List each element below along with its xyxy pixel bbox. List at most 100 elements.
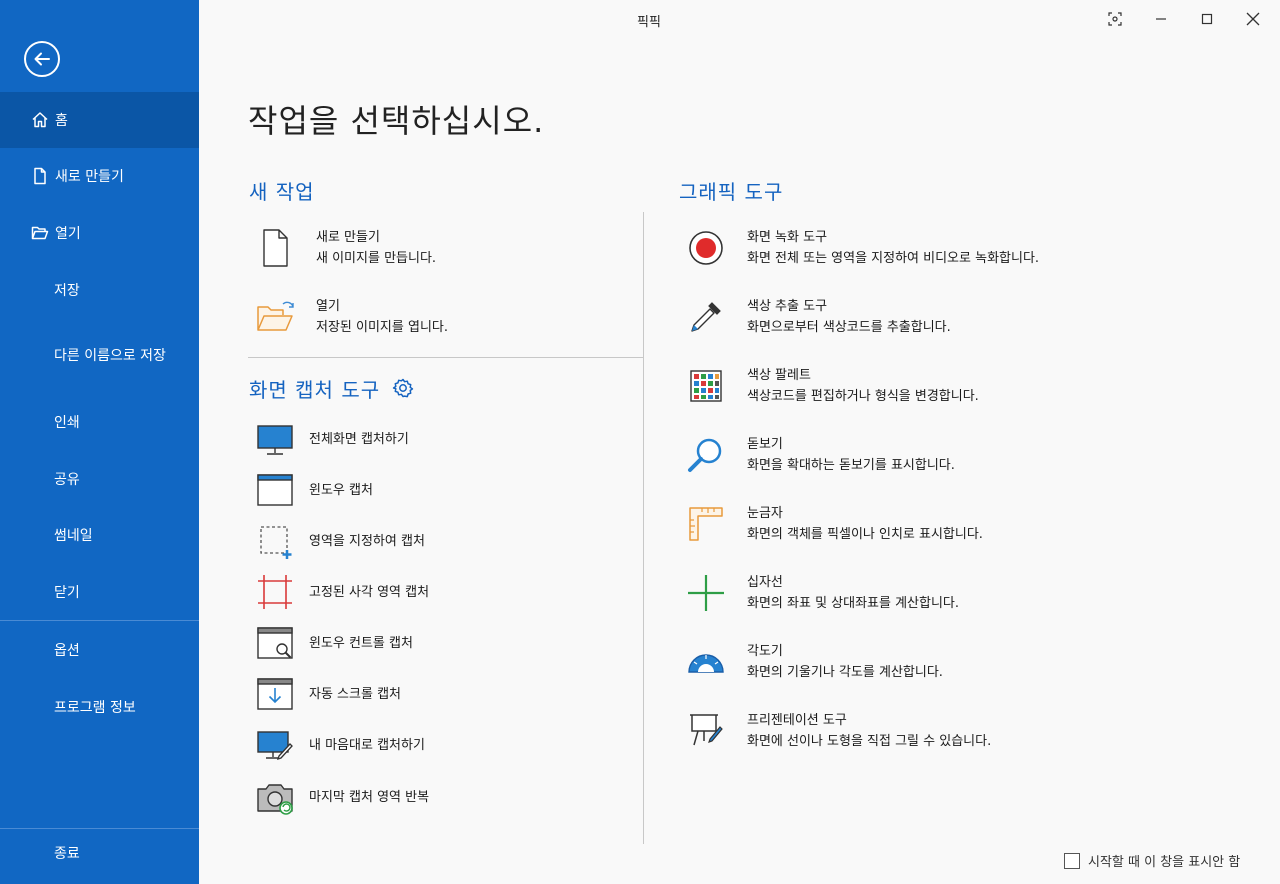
- sidebar-item-label: 프로그램 정보: [54, 700, 136, 716]
- auto-scroll-capture-item[interactable]: 자동 스크롤 캡처: [255, 674, 401, 714]
- item-label: 자동 스크롤 캡처: [309, 686, 401, 702]
- item-description: 화면에 선이나 도형을 직접 그릴 수 있습니다.: [747, 734, 992, 749]
- title-bar: 픽픽: [199, 0, 1280, 38]
- graphic-tools-section-title: 그래픽 도구: [679, 180, 784, 204]
- item-label: 전체화면 캡처하기: [309, 431, 409, 447]
- window-capture-item[interactable]: 윈도우 캡처: [255, 470, 373, 510]
- eyedropper-icon: [686, 297, 726, 337]
- sidebar-item-label: 저장: [54, 283, 80, 299]
- item-title: 각도기: [747, 644, 783, 659]
- camera-repeat-icon: [255, 777, 295, 817]
- sidebar-item-label: 인쇄: [54, 415, 80, 431]
- item-description: 화면의 기울기나 각도를 계산합니다.: [747, 665, 943, 680]
- fixed-region-capture-item[interactable]: 고정된 사각 영역 캡처: [255, 572, 429, 612]
- maximize-icon: [1201, 13, 1213, 25]
- sidebar-item-close[interactable]: 닫기: [0, 564, 199, 620]
- section-divider: [248, 357, 643, 358]
- sidebar-divider: [0, 620, 199, 621]
- color-palette-item[interactable]: 색상 팔레트색상코드를 편집하거나 형식을 변경합니다.: [686, 365, 979, 407]
- screen-recorder-item[interactable]: 화면 녹화 도구화면 전체 또는 영역을 지정하여 비디오로 녹화합니다.: [686, 227, 1039, 269]
- sidebar-item-label: 종료: [54, 846, 80, 862]
- sidebar-item-label: 닫기: [54, 585, 80, 601]
- item-title: 화면 녹화 도구: [747, 230, 828, 245]
- item-description: 화면으로부터 색상코드를 추출합니다.: [747, 320, 951, 335]
- new-file-icon: [255, 228, 295, 268]
- color-picker-item[interactable]: 색상 추출 도구화면으로부터 색상코드를 추출합니다.: [686, 296, 951, 338]
- ruler-item[interactable]: 눈금자화면의 객체를 픽셀이나 인치로 표시합니다.: [686, 503, 983, 545]
- item-label: 윈도우 캡처: [309, 482, 373, 498]
- fixed-rect-icon: [255, 572, 295, 612]
- sidebar-item-open[interactable]: 열기: [0, 205, 199, 261]
- new-task-section-title: 새 작업: [249, 180, 315, 204]
- sidebar-item-label: 공유: [54, 472, 80, 488]
- sidebar-item-exit[interactable]: 종료: [0, 825, 199, 881]
- capture-frame-icon: [1108, 12, 1122, 26]
- protractor-item[interactable]: 각도기화면의 기울기나 각도를 계산합니다.: [686, 641, 943, 683]
- item-title: 색상 추출 도구: [747, 299, 828, 314]
- sidebar-item-thumbnail[interactable]: 썸네일: [0, 507, 199, 563]
- protractor-icon: [686, 642, 726, 682]
- region-select-icon: [255, 521, 295, 561]
- capture-settings-gear-icon[interactable]: [392, 377, 414, 399]
- sidebar-item-print[interactable]: 인쇄: [0, 394, 199, 450]
- minimize-icon: [1156, 18, 1166, 20]
- home-icon: [31, 111, 49, 129]
- close-icon: [1246, 12, 1260, 26]
- record-icon: [686, 228, 726, 268]
- item-title: 돋보기: [747, 437, 783, 452]
- item-description: 화면 전체 또는 영역을 지정하여 비디오로 녹화합니다.: [747, 251, 1040, 266]
- sidebar-item-home[interactable]: 홈: [0, 92, 199, 148]
- item-label: 마지막 캡처 영역 반복: [309, 789, 430, 805]
- dont-show-on-startup-label: 시작할 때 이 창을 표시안 함: [1088, 855, 1241, 870]
- sidebar-item-save-as[interactable]: 다른 이름으로 저장: [0, 327, 199, 383]
- window-magnifier-icon: [255, 623, 295, 663]
- magnifier-item[interactable]: 돋보기화면을 확대하는 돋보기를 표시합니다.: [686, 434, 955, 476]
- crosshair-item[interactable]: 십자선 화면의 좌표 및 상대좌표를 계산합니다.: [686, 572, 959, 614]
- maximize-button[interactable]: [1184, 0, 1230, 38]
- open-image-item[interactable]: 열기 저장된 이미지를 엽니다.: [255, 296, 448, 338]
- sidebar-item-label: 홈: [55, 113, 68, 129]
- back-button[interactable]: [24, 41, 60, 77]
- window-control-capture-item[interactable]: 윈도우 컨트롤 캡처: [255, 623, 413, 663]
- sidebar-item-share[interactable]: 공유: [0, 451, 199, 507]
- item-label: 영역을 지정하여 캡처: [309, 533, 425, 549]
- sidebar-item-label: 열기: [55, 226, 81, 242]
- sidebar-item-label: 다른 이름으로 저장: [54, 348, 166, 364]
- palette-grid-icon: [686, 366, 726, 406]
- region-capture-item[interactable]: 영역을 지정하여 캡처: [255, 521, 425, 561]
- item-description: 색상코드를 편집하거나 형식을 변경합니다.: [747, 389, 979, 404]
- sidebar: 홈 새로 만들기 열기 저장 다른 이름으로 저장 인쇄 공유 썸네일 닫기 옵…: [0, 0, 199, 884]
- crosshair-icon: [686, 573, 726, 613]
- sidebar-item-about[interactable]: 프로그램 정보: [0, 679, 199, 735]
- item-label: 고정된 사각 영역 캡처: [309, 584, 430, 600]
- sidebar-item-options[interactable]: 옵션: [0, 622, 199, 678]
- minimize-button[interactable]: [1138, 0, 1184, 38]
- sidebar-item-label: 썸네일: [54, 528, 93, 544]
- page-title: 작업을 선택하십시오.: [248, 102, 545, 140]
- back-arrow-icon: [34, 52, 50, 66]
- dont-show-on-startup-option[interactable]: 시작할 때 이 창을 표시안 함: [1064, 851, 1240, 870]
- close-button[interactable]: [1230, 0, 1276, 38]
- window-title: 픽픽: [637, 15, 661, 30]
- monitor-pen-icon: [255, 725, 295, 765]
- item-title: 새로 만들기: [316, 230, 380, 245]
- item-description: 화면의 객체를 픽셀이나 인치로 표시합니다.: [747, 527, 983, 542]
- magnifier-icon: [686, 435, 726, 475]
- item-title: 눈금자: [747, 506, 783, 521]
- presentation-board-icon: [686, 711, 726, 751]
- dont-show-on-startup-checkbox[interactable]: [1064, 852, 1080, 869]
- item-description: 저장된 이미지를 엽니다.: [316, 320, 448, 335]
- item-title: 프리젠테이션 도구: [747, 713, 847, 728]
- fullscreen-capture-item[interactable]: 전체화면 캡처하기: [255, 419, 409, 459]
- capture-window-button[interactable]: [1092, 0, 1138, 38]
- sidebar-item-save[interactable]: 저장: [0, 262, 199, 318]
- sidebar-item-new[interactable]: 새로 만들기: [0, 148, 199, 204]
- new-image-item[interactable]: 새로 만들기 새 이미지를 만듭니다.: [255, 227, 436, 269]
- item-title: 색상 팔레트: [747, 368, 811, 383]
- repeat-last-capture-item[interactable]: 마지막 캡처 영역 반복: [255, 777, 429, 817]
- item-description: 화면을 확대하는 돋보기를 표시합니다.: [747, 458, 955, 473]
- freeform-capture-item[interactable]: 내 마음대로 캡처하기: [255, 725, 425, 765]
- presentation-tool-item[interactable]: 프리젠테이션 도구화면에 선이나 도형을 직접 그릴 수 있습니다.: [686, 710, 991, 752]
- item-label: 윈도우 컨트롤 캡처: [309, 635, 413, 651]
- monitor-icon: [255, 419, 295, 459]
